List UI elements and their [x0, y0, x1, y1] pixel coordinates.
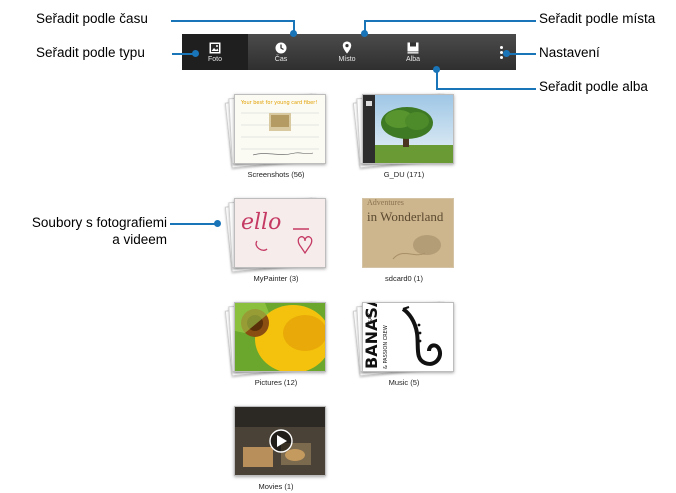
- callout-files-line2: a videem: [112, 232, 167, 247]
- thumb-book-title: in Wonderland: [367, 209, 444, 224]
- tab-album[interactable]: Alba: [380, 34, 446, 70]
- tab-place[interactable]: Místo: [314, 34, 380, 70]
- album-icon: [407, 42, 419, 53]
- album-thumbnail: ello: [234, 198, 326, 268]
- album-thumbnail: BANASAT SAX & PASSION CREW: [362, 302, 454, 372]
- tab-place-label: Místo: [338, 56, 356, 63]
- album-thumbnail: [362, 94, 454, 164]
- album-movies[interactable]: Movies (1): [226, 404, 326, 491]
- play-icon[interactable]: [269, 429, 293, 453]
- callout-sort-type: Seřadit podle typu: [36, 45, 145, 60]
- album-mypainter[interactable]: ello MyPainter (3): [224, 196, 326, 283]
- album-g-du[interactable]: G_DU (171): [352, 92, 454, 179]
- callout-sort-place: Seřadit podle místa: [539, 11, 656, 26]
- callout-files-line1: Soubory s fotografiemi: [31, 215, 167, 230]
- thumb-music-text-3: & PASSION CREW: [383, 325, 389, 369]
- tab-time-label: Čas: [274, 55, 288, 63]
- album-thumbnail: Adventures in Wonderland: [362, 198, 454, 268]
- tab-album-label: Alba: [405, 55, 420, 63]
- album-label: sdcard0 (1): [385, 274, 423, 283]
- album-music[interactable]: BANASAT SAX & PASSION CREW Music (5): [352, 300, 454, 387]
- callout-settings: Nastavení: [539, 45, 600, 60]
- album-sdcard0[interactable]: Adventures in Wonderland sdcard0 (1): [354, 196, 454, 283]
- tab-time[interactable]: Čas: [248, 34, 314, 70]
- album-stack: ello: [224, 196, 326, 273]
- album-label: MyPainter (3): [253, 274, 299, 283]
- callout-sort-time: Seřadit podle času: [36, 11, 148, 26]
- album-label: G_DU (171): [383, 170, 425, 179]
- album-screenshots[interactable]: Your best for young card fiber! Screensh…: [224, 92, 326, 179]
- album-thumbnail: [234, 302, 326, 372]
- album-stack: Your best for young card fiber!: [224, 92, 326, 169]
- thumb-book-top: Adventures: [367, 199, 404, 207]
- album-thumbnail: Your best for young card fiber!: [234, 94, 326, 164]
- location-pin-icon: [342, 41, 352, 54]
- album-label: Movies (1): [258, 482, 294, 491]
- album-stack: BANASAT SAX & PASSION CREW: [352, 300, 454, 377]
- album-stack: [352, 92, 454, 169]
- album-stack: Adventures in Wonderland: [354, 196, 454, 270]
- album-label: Pictures (12): [254, 378, 298, 387]
- callout-files: Soubory s fotografiemi a videem: [4, 214, 167, 248]
- photo-icon: [209, 42, 221, 53]
- thumb-painting-text: ello: [241, 210, 281, 235]
- overflow-menu-button[interactable]: [486, 34, 516, 70]
- album-stack: [224, 300, 326, 377]
- gallery-toolbar: Foto Čas Místo Alba: [182, 34, 516, 70]
- thumb-music-text-2: SAX: [368, 312, 374, 323]
- album-thumbnail: [234, 406, 326, 476]
- thumb-caption: Your best for young card fiber!: [240, 100, 317, 106]
- callout-sort-album: Seřadit podle alba: [539, 79, 648, 94]
- album-label: Screenshots (56): [247, 170, 305, 179]
- album-pictures[interactable]: Pictures (12): [224, 300, 326, 387]
- clock-icon: [275, 42, 287, 53]
- album-label: Music (5): [388, 378, 420, 387]
- tab-photo-label: Foto: [207, 55, 222, 63]
- album-stack: [226, 404, 326, 478]
